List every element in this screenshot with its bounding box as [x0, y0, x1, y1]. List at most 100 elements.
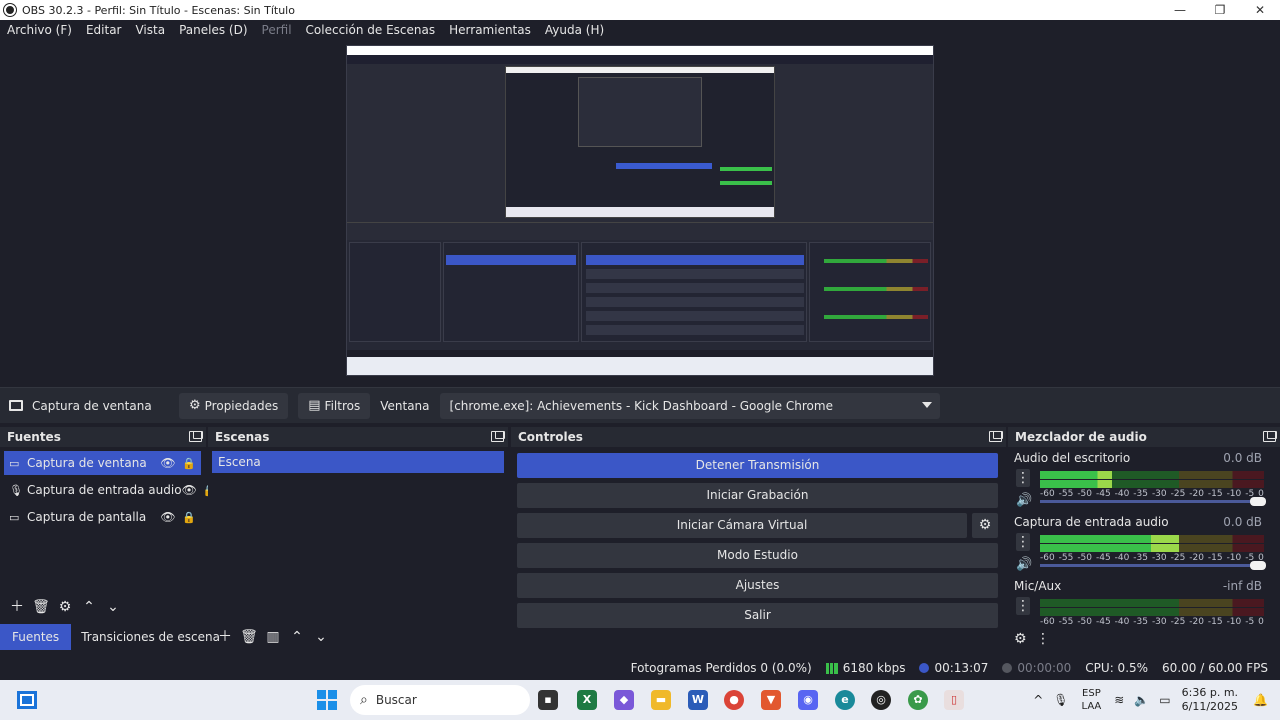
- window-label: Ventana: [380, 398, 430, 413]
- scenes-dock-title: Escenas: [215, 430, 270, 444]
- menu-editar[interactable]: Editar: [79, 23, 129, 37]
- nested-ctrl-button: [586, 297, 804, 307]
- eye-icon[interactable]: 👁: [160, 456, 176, 470]
- brave-icon[interactable]: ▼: [761, 690, 781, 710]
- menu-ayuda[interactable]: Ayuda (H): [538, 23, 611, 37]
- lock-icon[interactable]: 🔒: [182, 511, 196, 524]
- taskbar-search[interactable]: ⌕ Buscar: [350, 685, 530, 715]
- word-icon[interactable]: W: [688, 690, 708, 710]
- clock[interactable]: 6:36 p. m. 6/11/2025: [1182, 686, 1238, 714]
- menu-paneles[interactable]: Paneles (D): [172, 23, 254, 37]
- advanced-audio-icon[interactable]: ⚙: [1014, 631, 1036, 647]
- meter-tick-label: -60: [1040, 489, 1055, 499]
- lock-icon[interactable]: 🔒: [182, 457, 196, 470]
- kebab-menu-icon[interactable]: ⋮: [1036, 631, 1058, 647]
- meter-tick-label: -20: [1189, 553, 1204, 563]
- eye-icon[interactable]: 👁: [182, 483, 197, 497]
- copilot-icon[interactable]: ◆: [614, 690, 634, 710]
- notifications-icon[interactable]: 🔔: [1253, 693, 1268, 707]
- source-item[interactable]: ▭ Captura de pantalla 👁 🔒: [4, 505, 201, 529]
- close-button[interactable]: ✕: [1240, 0, 1280, 20]
- virtual-camera-settings-button[interactable]: ⚙: [972, 513, 998, 538]
- edge-icon[interactable]: e: [835, 690, 855, 710]
- tab-transiciones[interactable]: Transiciones de escena: [71, 624, 230, 650]
- volume-meter: [1040, 544, 1264, 552]
- source-item[interactable]: ▭ Captura de ventana 👁 🔒: [4, 451, 201, 475]
- window-select[interactable]: [chrome.exe]: Achievements - Kick Dashbo…: [439, 392, 940, 419]
- nested-taskbar: [506, 207, 774, 217]
- volume-slider[interactable]: [1040, 561, 1266, 570]
- source-item[interactable]: 🎙 Captura de entrada audio 👁 🔒: [4, 478, 217, 502]
- volume-icon[interactable]: 🔈: [1134, 693, 1149, 707]
- source-properties-button[interactable]: ⚙: [53, 596, 77, 618]
- battery-icon[interactable]: ▭: [1159, 693, 1170, 707]
- excel-icon[interactable]: X: [577, 690, 597, 710]
- menu-archivo[interactable]: Archivo (F): [0, 23, 79, 37]
- start-button[interactable]: [317, 690, 337, 710]
- file-explorer-icon[interactable]: ▬: [651, 690, 671, 710]
- undock-icon[interactable]: [1263, 431, 1277, 442]
- start-recording-button[interactable]: Iniciar Grabación: [517, 483, 998, 508]
- slider-handle[interactable]: [1250, 561, 1266, 570]
- program-preview[interactable]: [346, 45, 934, 376]
- meter-ticks: -60 -55 -50 -45 -40 -35 -30 -25 -20 -15 -10 -5 0: [1040, 489, 1264, 499]
- wifi-icon[interactable]: ≋: [1114, 693, 1124, 707]
- audio-mixer-dock: Mezclador de audio Audio del escritorio …: [1008, 427, 1280, 651]
- discord-icon[interactable]: ◉: [798, 690, 818, 710]
- remove-source-button[interactable]: 🗑: [29, 596, 53, 618]
- preview-area[interactable]: [0, 40, 1280, 383]
- maximize-button[interactable]: ❐: [1200, 0, 1240, 20]
- tab-fuentes[interactable]: Fuentes: [0, 624, 72, 650]
- menu-perfil[interactable]: Perfil: [255, 23, 299, 37]
- speaker-icon[interactable]: 🔊: [1016, 557, 1032, 572]
- audio-mixer-body: Audio del escritorio 0.0 dB ⋮ -60 -55 -50-…: [1008, 447, 1280, 651]
- menu-coleccion-escenas[interactable]: Colección de Escenas: [299, 23, 443, 37]
- volume-slider[interactable]: [1040, 497, 1266, 506]
- scene-item[interactable]: Escena: [212, 451, 504, 473]
- sources-dock-header: Fuentes: [0, 427, 206, 447]
- studio-mode-button[interactable]: Modo Estudio: [517, 543, 998, 568]
- exit-button[interactable]: Salir: [517, 603, 998, 628]
- eye-icon[interactable]: 👁: [160, 510, 176, 524]
- controls-dock-title: Controles: [518, 430, 583, 444]
- move-down-button[interactable]: ⌄: [309, 626, 333, 648]
- stop-stream-button[interactable]: Detener Transmisión: [517, 453, 998, 478]
- obs-icon[interactable]: ◎: [871, 690, 891, 710]
- undock-icon[interactable]: [491, 431, 505, 442]
- start-virtual-camera-button[interactable]: Iniciar Cámara Virtual: [517, 513, 967, 538]
- game-icon[interactable]: ✿: [908, 690, 928, 710]
- meter-level: [1040, 471, 1112, 479]
- volume-meter: [1040, 480, 1264, 488]
- meter-tick-label: -60: [1040, 553, 1055, 563]
- meter-ticks: -60 -55 -50 -45 -40 -35 -30 -25 -20 -15 -10 -5 0: [1040, 553, 1264, 563]
- slider-handle[interactable]: [1250, 497, 1266, 506]
- widgets-icon[interactable]: [17, 691, 37, 709]
- move-up-button[interactable]: ⌃: [77, 596, 101, 618]
- kebab-menu-icon[interactable]: ⋮: [1016, 533, 1030, 551]
- menu-herramientas[interactable]: Herramientas: [442, 23, 538, 37]
- scene-filters-button[interactable]: ▥: [261, 626, 285, 648]
- kebab-menu-icon[interactable]: ⋮: [1016, 469, 1030, 487]
- task-view-icon[interactable]: ▪: [538, 690, 558, 710]
- kebab-menu-icon[interactable]: ⋮: [1016, 597, 1030, 615]
- move-down-button[interactable]: ⌄: [101, 596, 125, 618]
- rec-time-value: 00:00:00: [1017, 661, 1072, 675]
- chevron-up-icon[interactable]: ^: [1033, 693, 1043, 707]
- file-app-icon[interactable]: ▯: [944, 690, 964, 710]
- chrome-icon[interactable]: ●: [724, 690, 744, 710]
- undock-icon[interactable]: [189, 431, 203, 442]
- move-up-button[interactable]: ⌃: [285, 626, 309, 648]
- settings-button[interactable]: Ajustes: [517, 573, 998, 598]
- menu-vista[interactable]: Vista: [128, 23, 172, 37]
- minimize-button[interactable]: —: [1160, 0, 1200, 20]
- undock-icon[interactable]: [989, 431, 1003, 442]
- add-source-button[interactable]: ＋: [5, 596, 29, 618]
- remove-scene-button[interactable]: 🗑: [237, 626, 261, 648]
- speaker-icon[interactable]: 🔊: [1016, 493, 1032, 508]
- volume-meter: [1040, 599, 1264, 607]
- properties-button[interactable]: ⚙ Propiedades: [179, 392, 289, 419]
- broadcast-icon: [919, 663, 930, 673]
- microphone-icon[interactable]: 🎙: [1053, 693, 1068, 707]
- language-indicator[interactable]: ESP LAA: [1082, 687, 1102, 713]
- filters-button[interactable]: ▤ Filtros: [298, 392, 371, 419]
